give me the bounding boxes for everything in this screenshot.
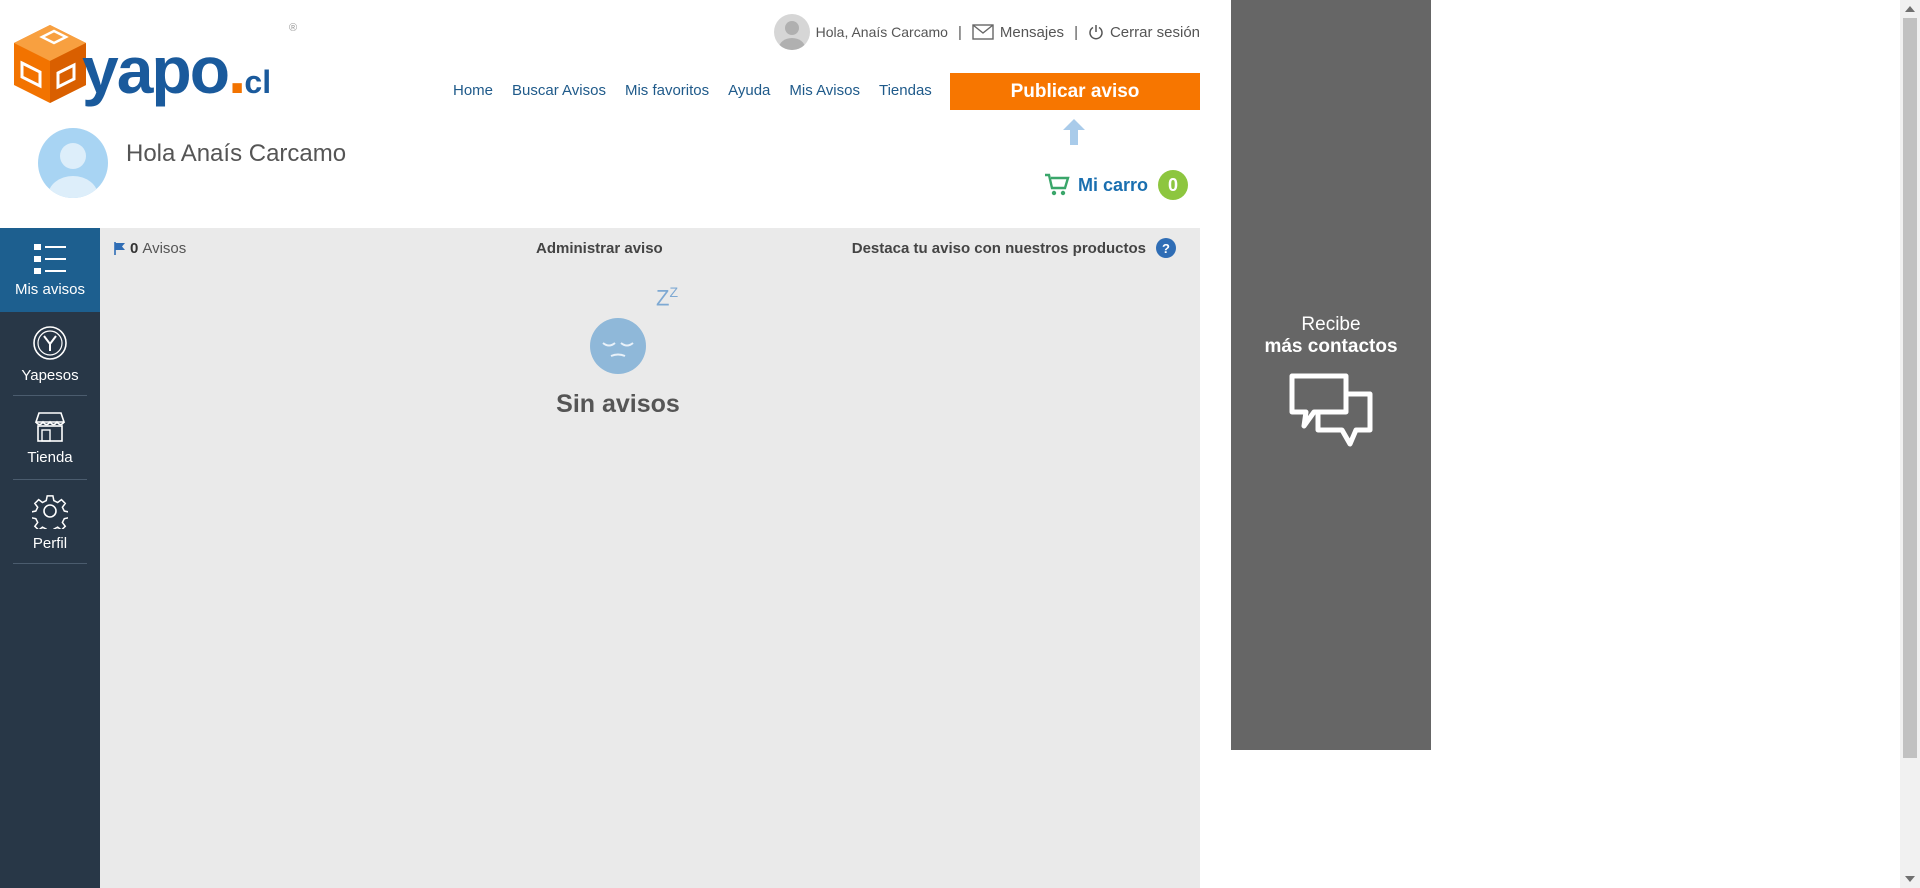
sidebar-item-label: Mis avisos xyxy=(14,280,85,298)
nav-buscar-avisos[interactable]: Buscar Avisos xyxy=(512,82,606,99)
sidebar-item-yapesos[interactable]: Yapesos xyxy=(0,312,100,396)
ads-panel: 0 Avisos Administrar aviso Destaca tu av… xyxy=(100,228,1200,888)
power-icon xyxy=(1089,25,1103,40)
manage-ad-heading: Administrar aviso xyxy=(536,240,663,257)
yapo-logo[interactable]: yapo.cl xyxy=(12,23,271,115)
nav-home[interactable]: Home xyxy=(453,82,493,99)
scrollbar-thumb[interactable] xyxy=(1903,18,1917,758)
cart-count-badge: 0 xyxy=(1158,170,1189,200)
logout-link[interactable]: Cerrar sesión xyxy=(1088,24,1200,41)
messages-link[interactable]: Mensajes xyxy=(972,24,1064,41)
publish-ad-button[interactable]: Publicar aviso xyxy=(950,73,1200,110)
sidebar-item-label: Yapesos xyxy=(21,366,79,384)
messages-label: Mensajes xyxy=(999,23,1065,41)
ads-count-label: Avisos xyxy=(142,240,187,257)
empty-state-title: Sin avisos xyxy=(556,390,680,418)
sleeping-face-icon xyxy=(590,318,646,374)
nav-mis-favoritos[interactable]: Mis favoritos xyxy=(625,82,709,99)
account-sidebar: Mis avisos Yapesos Tienda Perfil xyxy=(0,228,100,888)
ads-count: 0 Avisos xyxy=(114,240,186,257)
cart-icon xyxy=(1045,173,1070,196)
arrow-up-icon xyxy=(1063,119,1085,145)
sidebar-item-label: Perfil xyxy=(32,534,68,552)
profile-greeting: Hola Anaís Carcamo xyxy=(126,140,347,167)
logo-wordmark: yapo.cl xyxy=(82,33,272,107)
flag-icon xyxy=(114,242,125,255)
separator: | xyxy=(1074,23,1078,41)
ad-banner[interactable]: Recibe más contactos xyxy=(1231,0,1431,750)
user-topbar: Hola, Anaís Carcamo | Mensajes | Cerrar … xyxy=(773,14,1200,50)
logout-label: Cerrar sesión xyxy=(1109,23,1200,41)
gear-icon xyxy=(32,494,68,529)
highlight-ad-label: Destaca tu aviso con nuestros productos xyxy=(851,239,1146,257)
sidebar-divider xyxy=(13,563,87,564)
ads-count-value: 0 xyxy=(130,240,139,257)
sidebar-item-perfil[interactable]: Perfil xyxy=(0,480,100,564)
chat-bubbles-icon xyxy=(1289,373,1373,447)
nav-ayuda[interactable]: Ayuda xyxy=(728,82,770,99)
profile-avatar[interactable] xyxy=(38,128,108,198)
scroll-down-arrow-icon[interactable] xyxy=(1905,876,1915,882)
user-avatar-small[interactable] xyxy=(773,14,810,50)
sidebar-item-tienda[interactable]: Tienda xyxy=(0,396,100,480)
user-greeting[interactable]: Hola, Anaís Carcamo xyxy=(816,24,948,40)
user-silhouette-icon xyxy=(48,143,98,198)
ad-line-2: más contactos xyxy=(1264,336,1398,357)
ad-line-1: Recibe xyxy=(1301,314,1361,335)
list-icon xyxy=(34,243,66,274)
main-nav: Home Buscar Avisos Mis favoritos Ayuda M… xyxy=(453,82,932,99)
sidebar-item-label: Tienda xyxy=(27,448,73,466)
page-scrollbar[interactable] xyxy=(1900,0,1920,888)
cart-link[interactable]: Mi carro 0 xyxy=(1044,170,1189,200)
store-icon xyxy=(34,411,66,442)
nav-mis-avisos[interactable]: Mis Avisos xyxy=(789,82,860,99)
envelope-icon xyxy=(972,24,994,40)
registered-mark: ® xyxy=(289,22,298,34)
sidebar-item-mis-avisos[interactable]: Mis avisos xyxy=(0,228,100,312)
sleep-zz: ZZ xyxy=(656,284,679,311)
yapesos-coin-icon xyxy=(33,325,67,360)
separator: | xyxy=(957,23,962,41)
highlight-ad-heading: Destaca tu aviso con nuestros productos … xyxy=(852,238,1176,258)
cart-label: Mi carro xyxy=(1078,174,1149,195)
logo-box-icon xyxy=(14,25,86,103)
scroll-up-arrow-icon[interactable] xyxy=(1905,6,1915,12)
help-icon[interactable]: ? xyxy=(1156,238,1176,258)
user-silhouette-icon xyxy=(778,21,805,50)
nav-tiendas[interactable]: Tiendas xyxy=(879,82,932,99)
